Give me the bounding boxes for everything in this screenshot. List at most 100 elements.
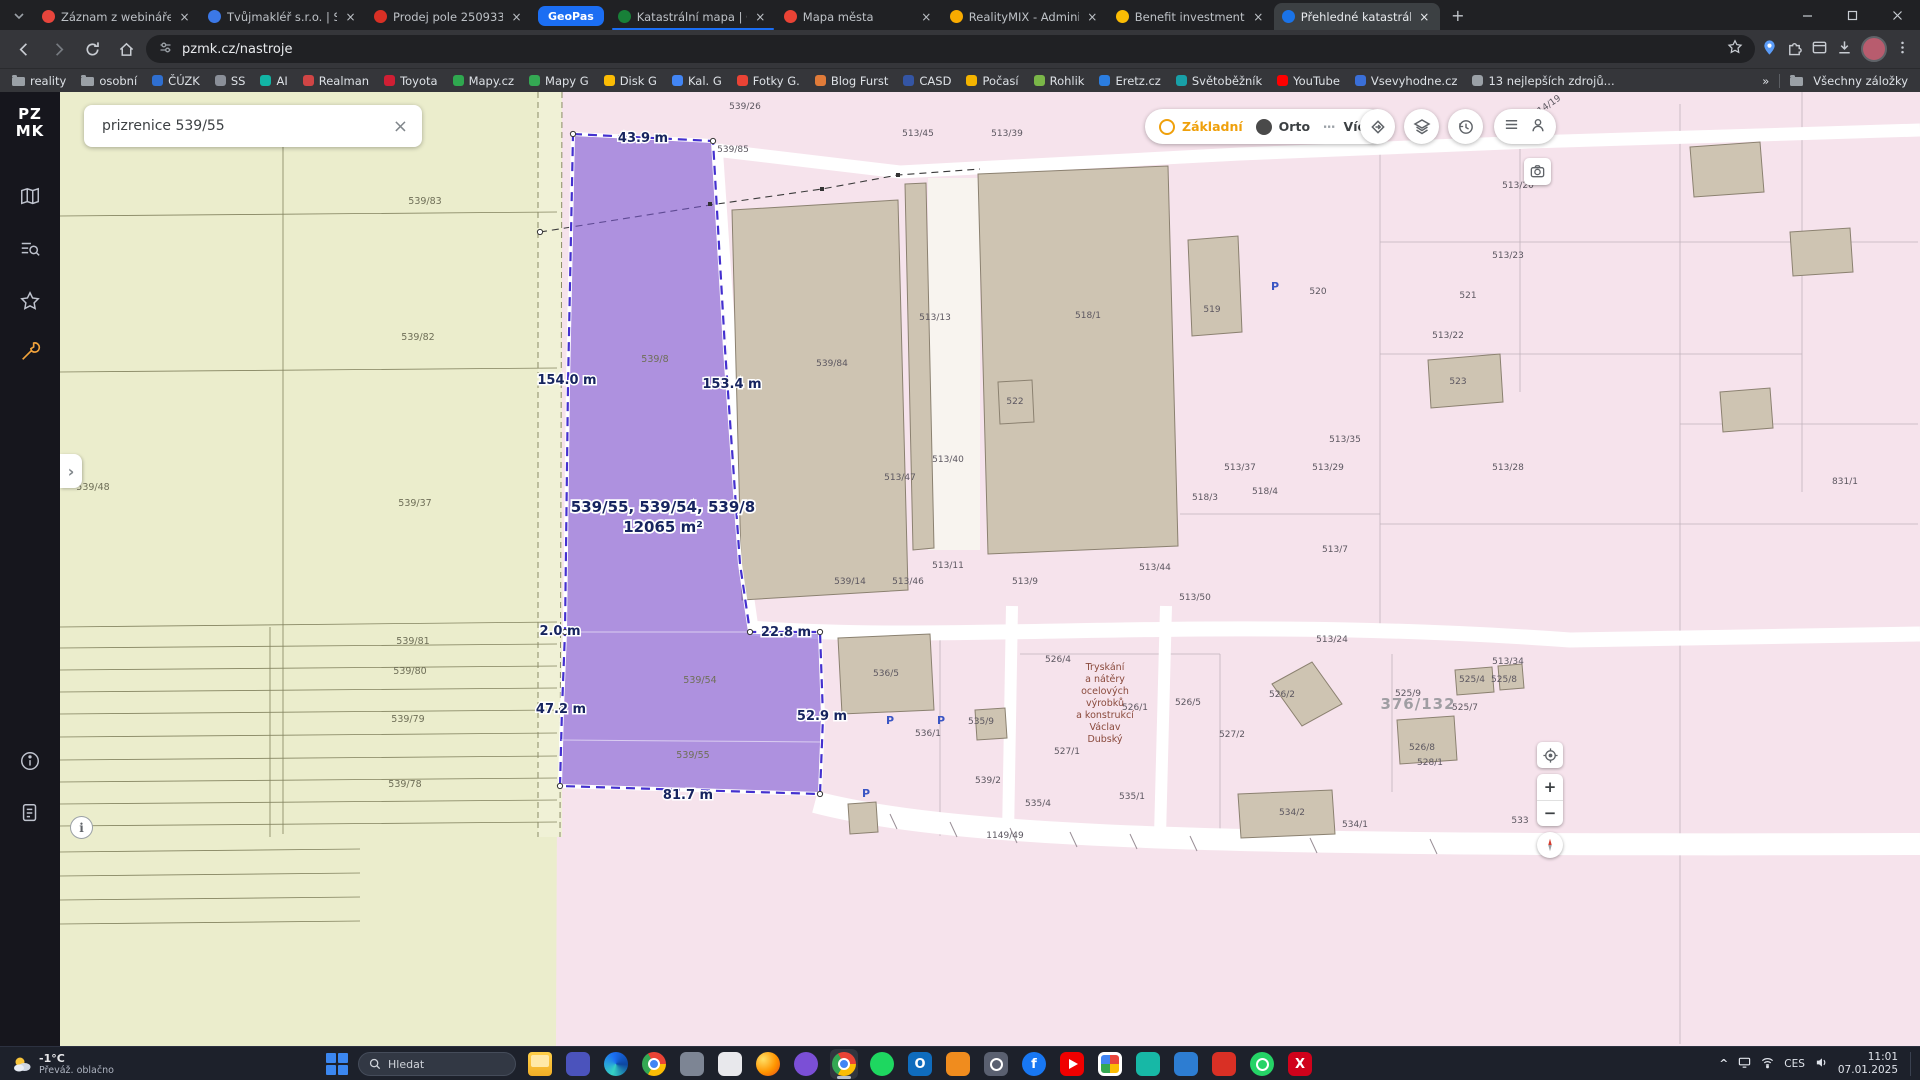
tab-close-icon[interactable]: × — [1085, 9, 1100, 24]
taskbar-app-teams-icon[interactable] — [564, 1049, 592, 1079]
browser-menu-icon[interactable] — [1895, 40, 1910, 59]
taskbar-app-file-explorer-icon[interactable] — [526, 1049, 554, 1079]
browser-tab[interactable]: Tvůjmakléř s.r.o. | Systém R...× — [200, 3, 366, 30]
compass-north-button[interactable] — [1537, 832, 1563, 858]
search-input[interactable] — [100, 117, 391, 135]
taskbar-app-photos-icon[interactable] — [1096, 1049, 1124, 1079]
tab-close-icon[interactable]: × — [343, 9, 358, 24]
map-info-button[interactable]: i — [70, 816, 93, 839]
browser-tab[interactable]: Mapa města× — [776, 3, 942, 30]
browser-task-icon[interactable] — [1811, 39, 1828, 60]
bookmark-item[interactable]: reality — [12, 74, 66, 88]
show-desktop-button[interactable] — [1910, 1052, 1914, 1076]
new-tab-button[interactable]: + — [1446, 3, 1470, 27]
bookmark-item[interactable]: Mapy G — [529, 74, 589, 88]
bookmark-item[interactable]: Rohlik — [1034, 74, 1085, 88]
taskbar-app-chrome-active-icon[interactable] — [830, 1049, 858, 1079]
location-pin-icon[interactable] — [1761, 39, 1778, 60]
bookmark-item[interactable]: osobní — [81, 74, 137, 88]
favorites-star-icon[interactable] — [13, 284, 47, 318]
window-close-button[interactable] — [1875, 0, 1920, 30]
window-maximize-button[interactable] — [1830, 0, 1875, 30]
hamburger-menu-icon[interactable] — [1504, 117, 1519, 136]
bookmark-item[interactable]: Kal. G — [672, 74, 722, 88]
reload-icon[interactable] — [78, 35, 106, 63]
bookmark-item[interactable]: Počasí — [966, 74, 1018, 88]
bookmark-item[interactable]: Světoběžník — [1176, 74, 1262, 88]
bookmark-item[interactable]: CASD — [903, 74, 951, 88]
browser-tab[interactable]: RealityMIX - Administračn...× — [942, 3, 1108, 30]
weather-widget[interactable]: -1°C Převáž. oblačno — [0, 1047, 126, 1080]
tray-monitor-icon[interactable] — [1738, 1056, 1751, 1072]
taskbar-app-outlook-icon[interactable]: O — [906, 1049, 934, 1079]
zoom-out-button[interactable]: − — [1537, 801, 1563, 827]
taskbar-app-camera-icon[interactable] — [982, 1049, 1010, 1079]
bookmark-item[interactable]: SS — [215, 74, 246, 88]
bookmark-item[interactable]: Toyota — [384, 74, 438, 88]
taskbar-app-app-gray-icon[interactable] — [678, 1049, 706, 1079]
pzmk-logo[interactable]: PZMK — [0, 106, 60, 139]
tray-caret-icon[interactable]: ^ — [1719, 1058, 1728, 1070]
bookmark-item[interactable]: Blog Furst — [815, 74, 889, 88]
bookmark-item[interactable]: 13 nejlepších zdrojů... — [1472, 74, 1614, 88]
tab-close-icon[interactable]: × — [177, 9, 192, 24]
taskbar-app-app-blue-icon[interactable] — [1172, 1049, 1200, 1079]
bookmark-item[interactable]: Mapy.cz — [453, 74, 514, 88]
taskbar-app-edge-icon[interactable] — [602, 1049, 630, 1079]
back-icon[interactable] — [10, 35, 38, 63]
history-button[interactable] — [1448, 109, 1483, 144]
screenshot-camera-button[interactable] — [1524, 158, 1551, 185]
taskbar-app-adobe-icon[interactable]: X — [1286, 1049, 1314, 1079]
tab-close-icon[interactable]: × — [919, 9, 934, 24]
tools-wrench-icon[interactable] — [13, 335, 47, 369]
browser-tab[interactable]: Záznam z webináře CeMap...× — [34, 3, 200, 30]
browser-tab[interactable]: Benefit investment, a.s. (Iva...× — [1108, 3, 1274, 30]
taskbar-app-calculator-icon[interactable] — [716, 1049, 744, 1079]
expand-panel-chevron[interactable]: › — [60, 454, 82, 488]
all-bookmarks-label[interactable]: Všechny záložky — [1813, 74, 1908, 88]
taskbar-app-app-orange-icon[interactable] — [944, 1049, 972, 1079]
bookmark-item[interactable]: YouTube — [1277, 74, 1340, 88]
taskbar-app-facebook-icon[interactable]: f — [1020, 1049, 1048, 1079]
tab-close-icon[interactable]: × — [1251, 9, 1266, 24]
taskbar-app-chrome-icon[interactable] — [640, 1049, 668, 1079]
tray-network-icon[interactable] — [1761, 1056, 1774, 1072]
taskbar-app-whatsapp-icon[interactable] — [1248, 1049, 1276, 1079]
tab-search-icon[interactable] — [8, 5, 30, 27]
address-url-field[interactable]: pzmk.cz/nastroje — [146, 35, 1755, 63]
bookmark-item[interactable]: Vsevyhodne.cz — [1355, 74, 1458, 88]
bookmark-item[interactable]: ČÚZK — [152, 74, 200, 88]
taskbar-app-viber-icon[interactable] — [792, 1049, 820, 1079]
tab-close-icon[interactable]: × — [509, 9, 524, 24]
taskbar-app-youtube-icon[interactable] — [1058, 1049, 1086, 1079]
taskbar-search[interactable]: Hledat — [358, 1052, 516, 1076]
start-button[interactable] — [326, 1053, 348, 1075]
search-list-icon[interactable] — [13, 232, 47, 266]
bookmark-star-icon[interactable] — [1727, 39, 1743, 59]
bookmark-item[interactable]: AI — [260, 74, 287, 88]
site-info-icon[interactable] — [158, 40, 173, 59]
home-icon[interactable] — [112, 35, 140, 63]
tray-language-label[interactable]: CES — [1784, 1058, 1805, 1070]
bookmark-item[interactable]: Eretz.cz — [1099, 74, 1160, 88]
taskbar-app-app-teal-icon[interactable] — [1134, 1049, 1162, 1079]
browser-tab[interactable]: Přehledné katastrální map...× — [1274, 3, 1440, 30]
basemap-orto-label[interactable]: Orto — [1279, 119, 1310, 134]
url-text[interactable]: pzmk.cz/nastroje — [182, 42, 292, 57]
basemap-basic-icon[interactable] — [1159, 119, 1175, 135]
tray-volume-icon[interactable] — [1815, 1056, 1828, 1072]
layers-button[interactable] — [1404, 109, 1439, 144]
taskbar-app-spotify-icon[interactable] — [868, 1049, 896, 1079]
document-icon[interactable] — [13, 796, 47, 830]
forward-icon[interactable] — [44, 35, 72, 63]
locate-target-button[interactable] — [1537, 742, 1563, 768]
bookmark-item[interactable]: Fotky G. — [737, 74, 800, 88]
basemap-basic-label[interactable]: Základní — [1182, 119, 1243, 134]
browser-tab[interactable]: Prodej pole 250933 m², Mě...× — [366, 3, 532, 30]
route-tool-button[interactable] — [1360, 109, 1395, 144]
download-icon[interactable] — [1836, 39, 1853, 60]
bookmark-item[interactable]: Disk G — [604, 74, 657, 88]
more-dots-icon[interactable]: ⋯ — [1323, 119, 1337, 134]
map-viewport[interactable]: 43.9 m154.0 m153.4 m2.0 m22.8 m47.2 m52.… — [60, 92, 1920, 1046]
clear-search-icon[interactable]: × — [391, 116, 410, 137]
